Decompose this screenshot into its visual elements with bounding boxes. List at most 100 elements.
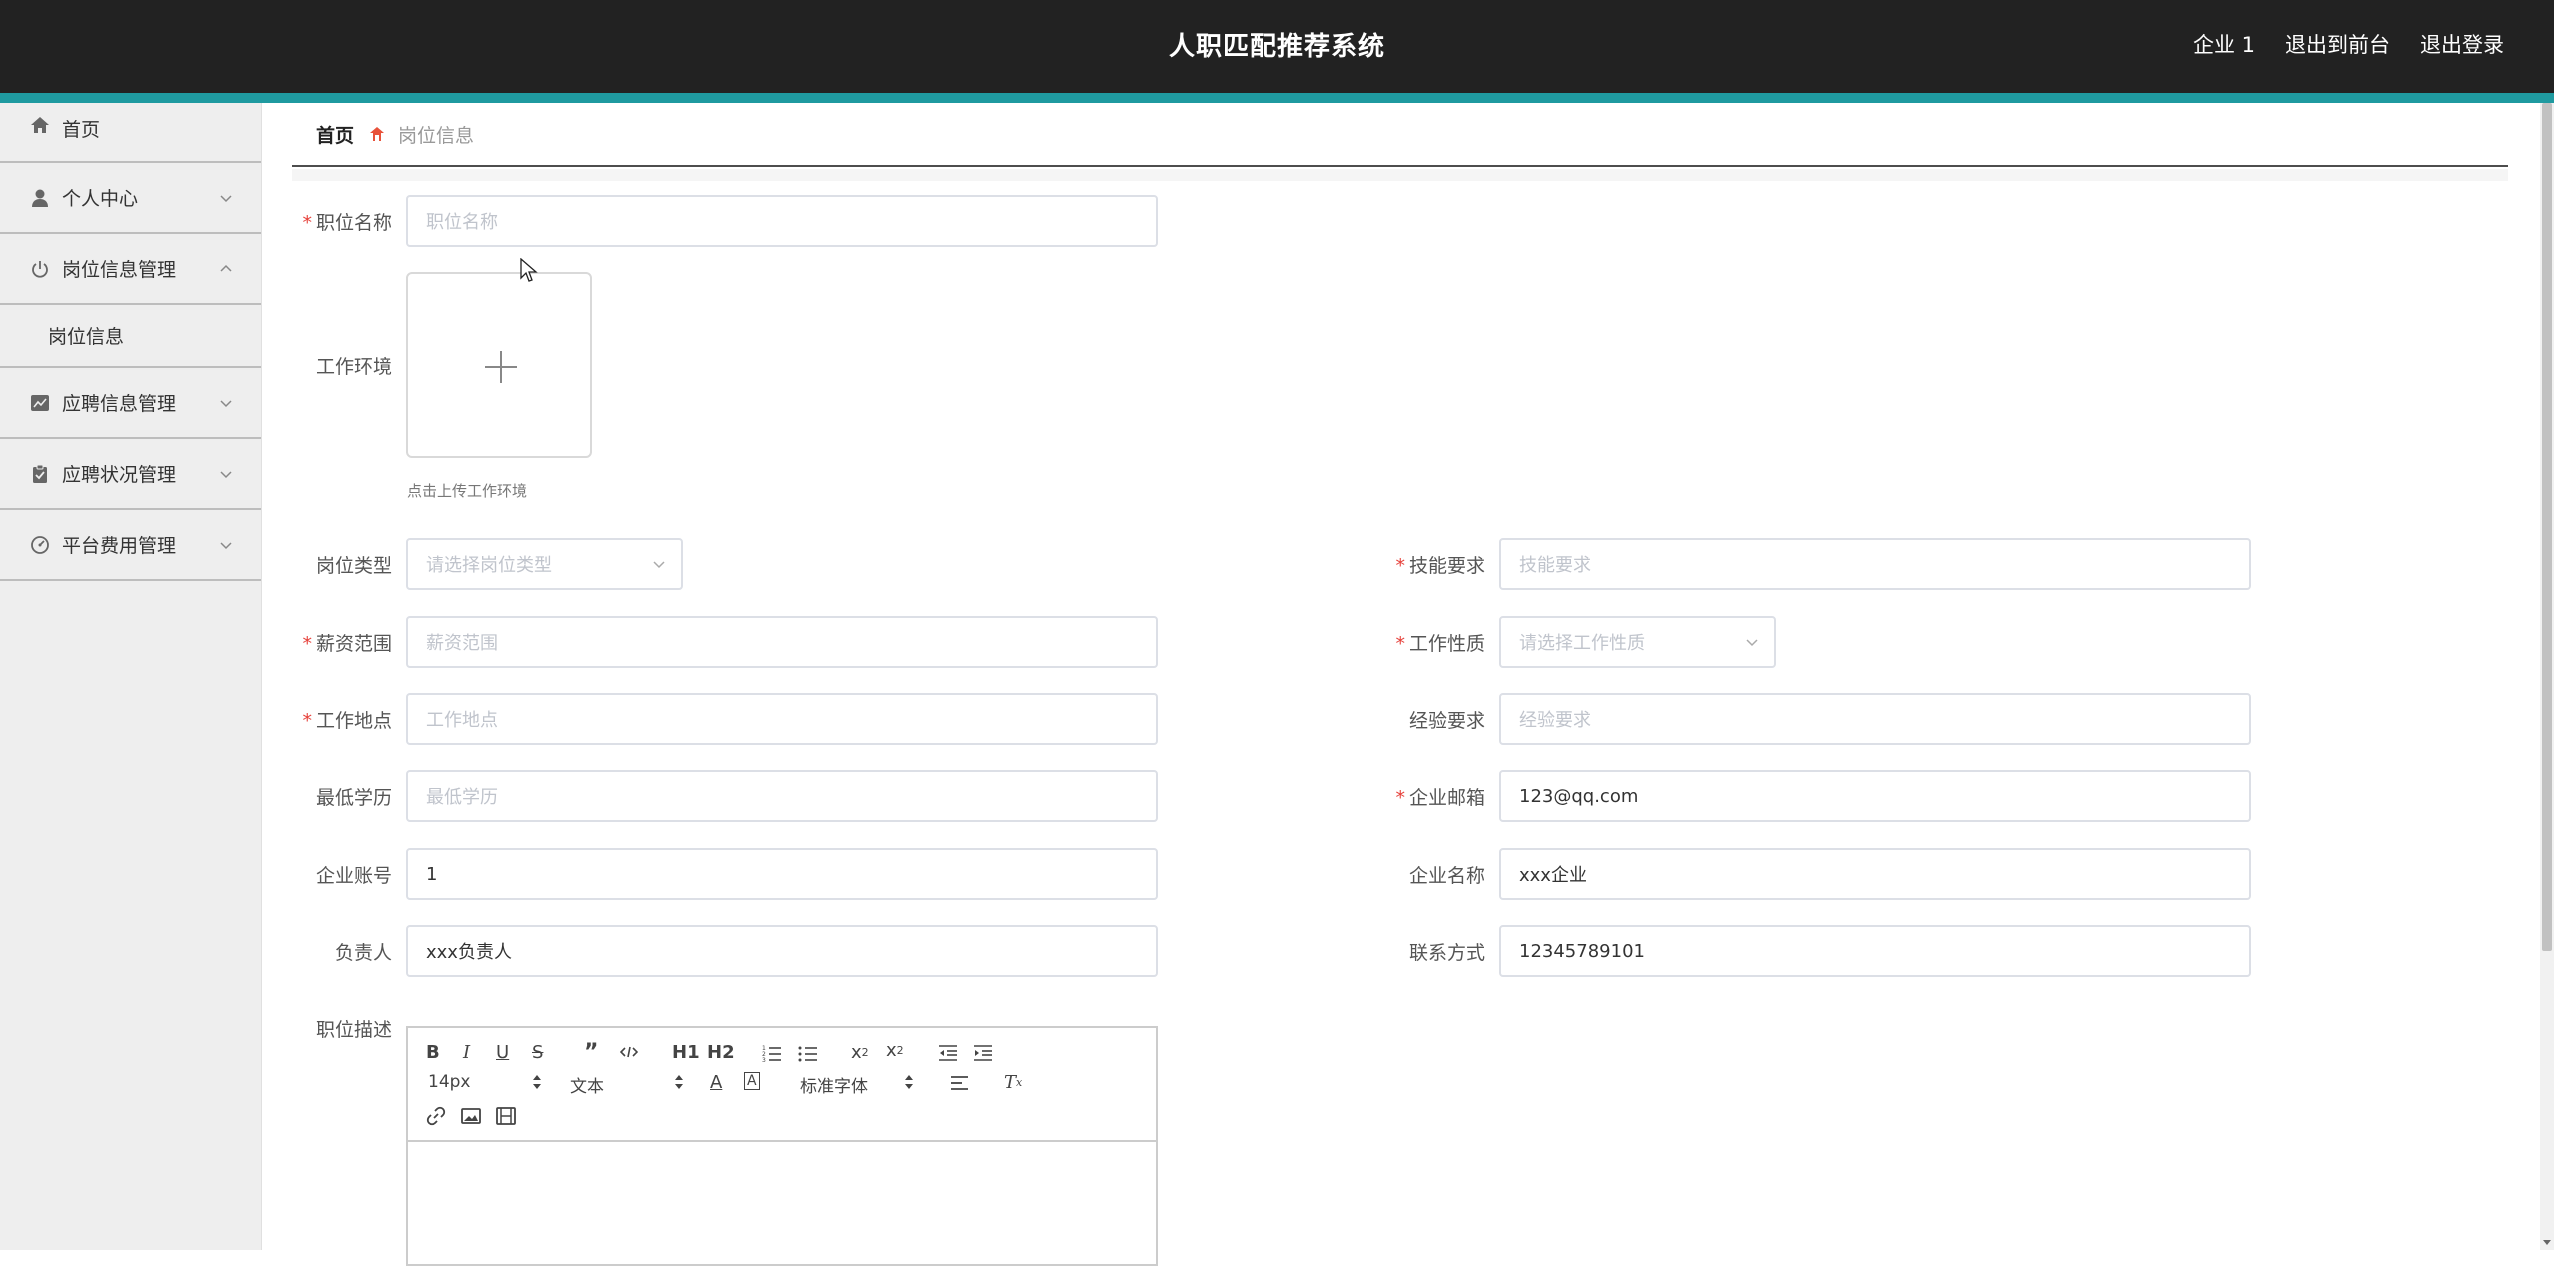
- company-name-input[interactable]: xxx企业: [1499, 848, 2251, 900]
- quote-icon[interactable]: ”: [584, 1040, 598, 1065]
- breadcrumb: 首页 岗位信息: [292, 103, 2508, 167]
- sidebar-item-label: 岗位信息管理: [62, 259, 177, 281]
- sidebar-item-label: 应聘信息管理: [62, 393, 177, 415]
- align-icon[interactable]: [950, 1075, 970, 1091]
- work-nature-label: * 工作性质: [1395, 633, 1485, 655]
- h2-label: H2: [707, 1042, 735, 1063]
- editor-toolbar: B I U S ” H1 H2 123 x2 x2 14px 文本 A A 标准…: [408, 1028, 1156, 1142]
- email-label: * 企业邮箱: [1395, 787, 1485, 809]
- breadcrumb-current: 岗位信息: [398, 124, 475, 147]
- h1-button[interactable]: H1: [672, 1042, 700, 1063]
- contact-label: 联系方式: [1408, 942, 1485, 964]
- header-select[interactable]: 文本: [570, 1072, 690, 1097]
- work-environment-upload[interactable]: [406, 272, 592, 458]
- sidebar-item-label: 应聘状况管理: [62, 464, 177, 486]
- chevron-down-icon: [220, 541, 232, 549]
- chevron-down-icon: [220, 194, 232, 202]
- mouse-cursor-icon: [520, 258, 538, 282]
- job-type-placeholder: 请选择岗位类型: [426, 555, 552, 576]
- logout-link[interactable]: 退出登录: [2420, 29, 2504, 59]
- gauge-icon: [30, 535, 50, 555]
- rich-text-editor: B I U S ” H1 H2 123 x2 x2 14px 文本 A A 标准…: [406, 1026, 1158, 1266]
- scroll-down-arrow-icon[interactable]: [2542, 1237, 2552, 1247]
- clear-format-button[interactable]: Tx: [1004, 1072, 1022, 1093]
- chevron-down-icon: [1746, 639, 1758, 647]
- work-nature-select[interactable]: 请选择工作性质: [1499, 616, 1776, 668]
- power-icon: [30, 259, 50, 279]
- image-icon[interactable]: [461, 1107, 481, 1125]
- account-input[interactable]: 1: [406, 848, 1158, 900]
- sidebar-item-application-management[interactable]: 应聘信息管理: [0, 368, 261, 439]
- h1-label: H1: [672, 1042, 700, 1063]
- content-top-spacer: [292, 169, 2508, 181]
- sidebar-subitem-job-info[interactable]: 岗位信息: [0, 305, 261, 368]
- salary-input[interactable]: 薪资范围: [406, 616, 1158, 668]
- upload-tip: 点击上传工作环境: [407, 482, 528, 500]
- header-links: 企业 1 退出到前台 退出登录: [2193, 29, 2504, 59]
- editor-content-area[interactable]: [408, 1142, 1156, 1262]
- sidebar-item-home[interactable]: 首页: [0, 103, 261, 163]
- chart-icon: [30, 393, 50, 413]
- underline-button[interactable]: U: [496, 1042, 509, 1063]
- superscript-button[interactable]: x2: [886, 1040, 904, 1061]
- breadcrumb-separator-icon: [368, 125, 386, 143]
- italic-button[interactable]: I: [463, 1042, 470, 1063]
- chevron-down-icon: [220, 470, 232, 478]
- font-size-select[interactable]: 14px: [428, 1072, 548, 1092]
- strike-button[interactable]: S: [532, 1042, 543, 1063]
- chevron-down-icon: [653, 561, 665, 569]
- sidebar-item-job-info-management[interactable]: 岗位信息管理: [0, 234, 261, 305]
- sidebar-item-label: 首页: [62, 119, 101, 141]
- skill-input[interactable]: 技能要求: [1499, 538, 2251, 590]
- app-title: 人职匹配推荐系统: [1168, 32, 1385, 62]
- company-name-label: 企业名称: [1408, 865, 1485, 887]
- chevron-up-icon: [220, 264, 232, 272]
- contact-input[interactable]: 12345789101: [1499, 925, 2251, 977]
- job-name-input[interactable]: 职位名称: [406, 195, 1158, 247]
- font-family-value: 标准字体: [800, 1077, 868, 1097]
- video-icon[interactable]: [496, 1107, 516, 1125]
- manager-label: 负责人: [334, 942, 392, 964]
- sidebar-item-application-status-management[interactable]: 应聘状况管理: [0, 439, 261, 510]
- education-input[interactable]: 最低学历: [406, 770, 1158, 822]
- text-color-button[interactable]: A: [710, 1072, 722, 1093]
- email-input[interactable]: 123@qq.com: [1499, 770, 2251, 822]
- sidebar-item-label: 平台费用管理: [62, 535, 177, 557]
- svg-text:3: 3: [762, 1057, 766, 1062]
- chevron-down-icon: [220, 399, 232, 407]
- location-input[interactable]: 工作地点: [406, 693, 1158, 745]
- plus-icon: [485, 351, 517, 383]
- location-label: * 工作地点: [302, 710, 392, 732]
- link-icon[interactable]: [426, 1106, 446, 1126]
- experience-label: 经验要求: [1408, 710, 1485, 732]
- ordered-list-icon[interactable]: 123: [762, 1044, 782, 1062]
- code-icon[interactable]: [620, 1045, 638, 1059]
- select-arrows-icon: [905, 1075, 913, 1089]
- sidebar-item-platform-fee-management[interactable]: 平台费用管理: [0, 510, 261, 581]
- job-name-label: * 职位名称: [302, 212, 392, 234]
- header-accent-bar: [0, 93, 2554, 103]
- font-family-select[interactable]: 标准字体: [800, 1072, 920, 1097]
- breadcrumb-home[interactable]: 首页: [316, 121, 354, 148]
- select-arrows-icon: [533, 1075, 541, 1089]
- salary-label: * 薪资范围: [302, 633, 392, 655]
- education-label: 最低学历: [315, 787, 392, 809]
- back-to-frontend-link[interactable]: 退出到前台: [2285, 29, 2390, 59]
- page-scrollbar[interactable]: [2540, 103, 2554, 1250]
- outdent-icon[interactable]: [938, 1044, 958, 1062]
- manager-input[interactable]: xxx负责人: [406, 925, 1158, 977]
- work-nature-placeholder: 请选择工作性质: [1519, 633, 1645, 654]
- sidebar-item-personal-center[interactable]: 个人中心: [0, 163, 261, 234]
- job-type-select[interactable]: 请选择岗位类型: [406, 538, 683, 590]
- bullet-list-icon[interactable]: [798, 1044, 818, 1062]
- subscript-button[interactable]: x2: [851, 1042, 869, 1063]
- background-color-button[interactable]: A: [744, 1072, 760, 1090]
- h2-button[interactable]: H2: [707, 1042, 735, 1063]
- scrollbar-thumb[interactable]: [2542, 103, 2552, 951]
- account-link[interactable]: 企业 1: [2193, 29, 2255, 59]
- bold-button[interactable]: B: [426, 1042, 440, 1063]
- user-icon: [30, 188, 50, 208]
- top-header: 人职匹配推荐系统 企业 1 退出到前台 退出登录: [0, 0, 2554, 93]
- experience-input[interactable]: 经验要求: [1499, 693, 2251, 745]
- indent-icon[interactable]: [973, 1044, 993, 1062]
